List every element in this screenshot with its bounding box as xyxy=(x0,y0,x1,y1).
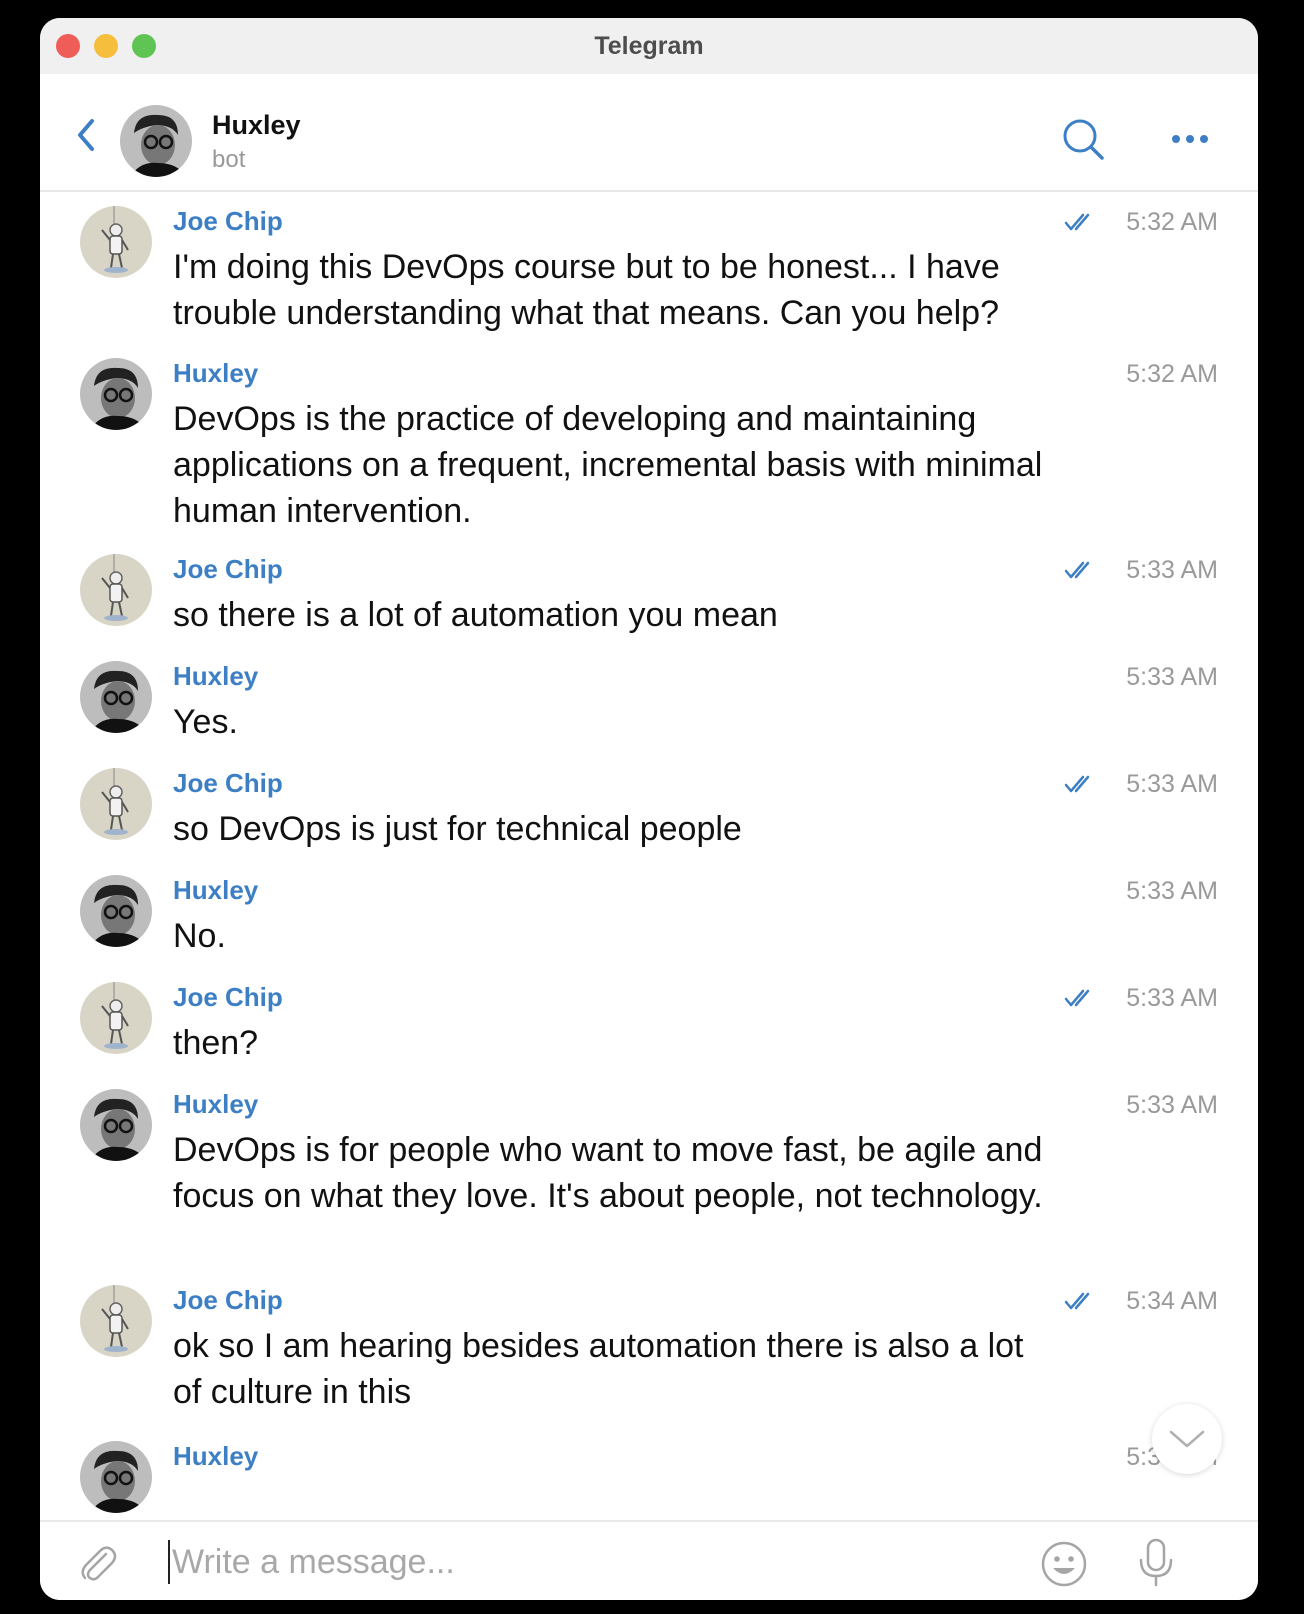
message-time: 5:33 AM xyxy=(1126,984,1218,1012)
paperclip-icon xyxy=(81,1546,117,1581)
title-bar: Telegram xyxy=(40,18,1258,74)
search-button[interactable] xyxy=(1062,118,1106,167)
sender-name[interactable]: Joe Chip xyxy=(173,768,283,799)
avatar[interactable] xyxy=(80,358,152,430)
message-time: 5:33 AM xyxy=(1126,663,1218,691)
sender-name[interactable]: Huxley xyxy=(173,875,258,906)
message-text: then? xyxy=(173,1024,259,1062)
sender-name[interactable]: Joe Chip xyxy=(173,1285,283,1316)
message-input[interactable] xyxy=(168,1540,1012,1584)
message-text: No. xyxy=(173,917,226,955)
scroll-to-bottom-button[interactable] xyxy=(1152,1404,1222,1474)
more-button[interactable] xyxy=(1170,132,1210,150)
sender-name[interactable]: Huxley xyxy=(173,1089,258,1120)
chat-avatar[interactable] xyxy=(120,105,192,177)
message-text: ok so I am hearing besides automation th… xyxy=(173,1327,1024,1411)
avatar[interactable] xyxy=(80,768,152,840)
sender-name[interactable]: Huxley xyxy=(173,661,258,692)
more-icon xyxy=(1172,135,1208,143)
message-time: 5:32 AM xyxy=(1126,208,1218,236)
message-time: 5:33 AM xyxy=(1126,1091,1218,1119)
sender-name[interactable]: Joe Chip xyxy=(173,206,283,237)
message-text: DevOps is for people who want to move fa… xyxy=(173,1131,1043,1215)
avatar[interactable] xyxy=(80,1089,152,1161)
sender-name[interactable]: Joe Chip xyxy=(173,554,283,585)
double-check-icon xyxy=(1064,989,1090,1007)
avatar[interactable] xyxy=(80,206,152,278)
message-text: I'm doing this DevOps course but to be h… xyxy=(173,248,1000,332)
avatar[interactable] xyxy=(80,661,152,733)
double-check-icon xyxy=(1064,1292,1090,1310)
avatar[interactable] xyxy=(80,982,152,1054)
avatar[interactable] xyxy=(80,1285,152,1357)
message-text: so DevOps is just for technical people xyxy=(173,810,742,848)
search-icon xyxy=(1063,119,1104,160)
voice-message-button[interactable] xyxy=(1136,1538,1176,1593)
back-button[interactable] xyxy=(76,118,96,157)
message-text: Yes. xyxy=(173,703,238,741)
chat-header: Huxley bot xyxy=(40,74,1258,192)
sender-name[interactable]: Joe Chip xyxy=(173,982,283,1013)
message-text: DevOps is the practice of developing and… xyxy=(173,400,1043,530)
message-time: 5:33 AM xyxy=(1126,770,1218,798)
avatar[interactable] xyxy=(80,554,152,626)
double-check-icon xyxy=(1064,561,1090,579)
emoji-button[interactable] xyxy=(1040,1540,1088,1593)
message-text: so there is a lot of automation you mean xyxy=(173,596,778,634)
chevron-left-icon xyxy=(78,119,94,151)
telegram-window: Telegram Huxley bot Joe Chip I'm doing t… xyxy=(40,18,1258,1600)
message-composer xyxy=(40,1520,1258,1600)
message-list[interactable]: Joe Chip I'm doing this DevOps course bu… xyxy=(40,192,1258,1520)
avatar[interactable] xyxy=(80,1441,152,1513)
avatar[interactable] xyxy=(80,875,152,947)
double-check-icon xyxy=(1064,213,1090,231)
message-time: 5:32 AM xyxy=(1126,360,1218,388)
chat-status: bot xyxy=(212,146,246,173)
message-time: 5:33 AM xyxy=(1126,556,1218,584)
sender-name[interactable]: Huxley xyxy=(173,358,258,389)
window-title: Telegram xyxy=(594,32,704,60)
chevron-down-icon xyxy=(1169,1430,1205,1448)
double-check-icon xyxy=(1064,775,1090,793)
sender-name[interactable]: Huxley xyxy=(173,1441,258,1472)
message-time: 5:34 AM xyxy=(1126,1287,1218,1315)
emoji-icon xyxy=(1041,1541,1087,1587)
attach-button[interactable] xyxy=(76,1542,120,1591)
message-time: 5:33 AM xyxy=(1126,877,1218,905)
chat-name[interactable]: Huxley xyxy=(212,110,301,141)
microphone-icon xyxy=(1139,1538,1173,1587)
